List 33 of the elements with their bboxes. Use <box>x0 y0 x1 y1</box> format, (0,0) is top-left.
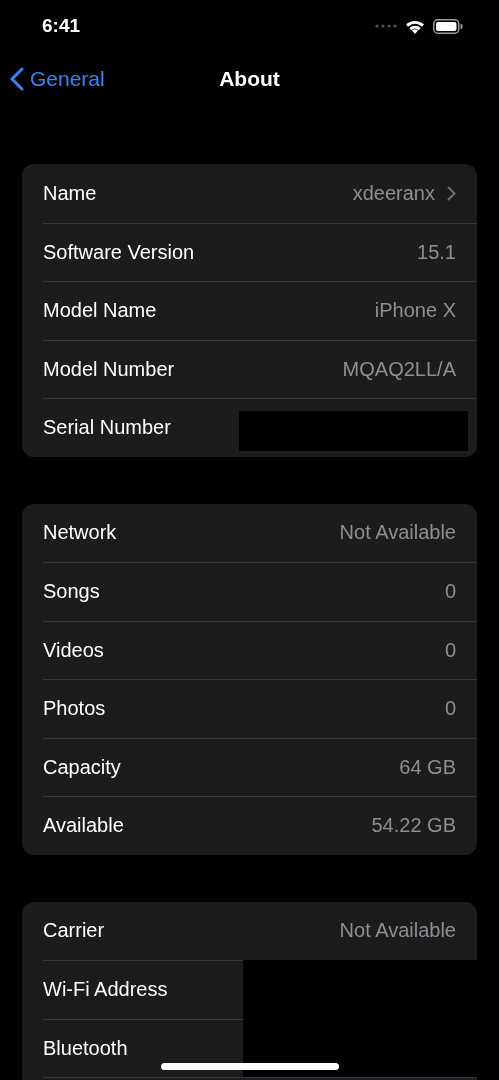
signal-icon <box>375 24 397 28</box>
row-label: Bluetooth <box>43 1036 128 1060</box>
row-value: 15.1 <box>417 240 456 264</box>
status-time: 6:41 <box>42 15 81 37</box>
row-value: 0 <box>444 638 456 662</box>
row-label: Model Name <box>43 299 157 323</box>
row-value: MQAQ2LL/A <box>342 357 456 381</box>
row-label: Available <box>43 814 124 838</box>
row-label: Capacity <box>43 755 121 779</box>
row-value: 0 <box>444 580 456 604</box>
row-label: Serial Number <box>43 416 171 440</box>
row-label: Songs <box>43 580 100 604</box>
row-label: Model Number <box>43 357 175 381</box>
back-chevron-icon <box>10 67 24 91</box>
row-label: Carrier <box>43 919 105 943</box>
row-value: Not Available <box>339 521 456 545</box>
back-button[interactable]: General <box>10 54 105 104</box>
row-label: Photos <box>43 697 106 721</box>
row-label: Network <box>43 521 117 545</box>
row-value: 54.22 GB <box>371 814 456 838</box>
row-value[interactable]: xdeeranx <box>352 181 456 205</box>
row-value: 64 GB <box>399 755 456 779</box>
row-label: Name <box>43 181 97 205</box>
row-label: Wi-Fi Address <box>43 978 168 1002</box>
row-label: Software Version <box>43 240 195 264</box>
row-label: Videos <box>43 638 104 662</box>
row-value: iPhone X <box>374 299 456 323</box>
row-value: 0 <box>444 697 456 721</box>
wifi-icon <box>405 18 425 34</box>
battery-icon <box>433 18 463 34</box>
chevron-icon <box>447 185 456 201</box>
row-value: Not Available <box>339 919 456 943</box>
page-title: About <box>219 67 280 91</box>
